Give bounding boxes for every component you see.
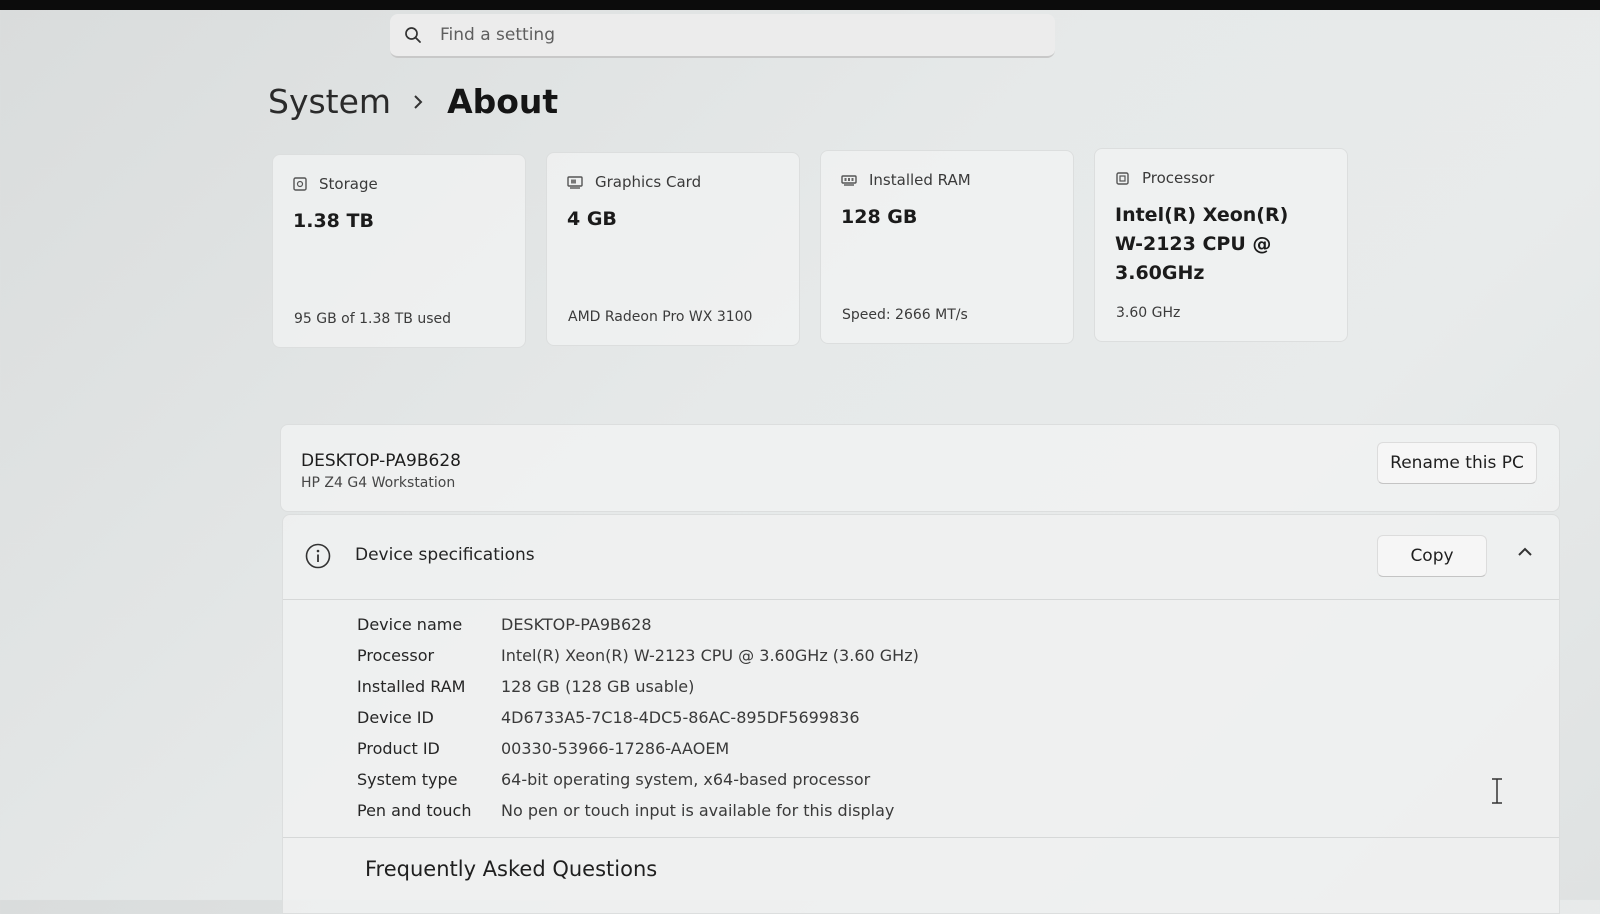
- spec-key: Device name: [357, 615, 463, 634]
- device-specifications-title: Device specifications: [355, 545, 535, 565]
- spec-key: System type: [357, 770, 458, 789]
- device-specifications-header[interactable]: Device specifications Copy: [283, 515, 1559, 600]
- graphics-card-value: 4 GB: [567, 208, 617, 230]
- specs-list: Device name DESKTOP-PA9B628 Processor In…: [357, 609, 919, 826]
- processor-speed: 3.60 GHz: [1116, 305, 1181, 321]
- storage-value: 1.38 TB: [293, 210, 374, 232]
- ram-icon: [841, 174, 857, 186]
- ram-speed: Speed: 2666 MT/s: [842, 307, 968, 323]
- spec-value: 128 GB (128 GB usable): [501, 677, 695, 696]
- spec-value: Intel(R) Xeon(R) W-2123 CPU @ 3.60GHz (3…: [501, 646, 919, 665]
- spec-row-pen-and-touch: Pen and touch No pen or touch input is a…: [357, 795, 919, 826]
- page-title: About: [447, 82, 559, 121]
- search-box[interactable]: [390, 14, 1055, 58]
- device-specifications-section: Device specifications Copy Device name D…: [282, 514, 1560, 914]
- storage-usage: 95 GB of 1.38 TB used: [294, 311, 452, 327]
- spec-value: No pen or touch input is available for t…: [501, 801, 895, 820]
- copy-button[interactable]: Copy: [1377, 535, 1487, 577]
- processor-card[interactable]: Processor Intel(R) Xeon(R) W-2123 CPU @ …: [1094, 148, 1348, 342]
- graphics-card-model: AMD Radeon Pro WX 3100: [568, 309, 753, 325]
- chevron-up-icon[interactable]: [1517, 547, 1533, 557]
- pc-name-section: DESKTOP-PA9B628 HP Z4 G4 Workstation Ren…: [280, 424, 1560, 512]
- pc-model: HP Z4 G4 Workstation: [301, 475, 456, 491]
- spec-value: 64-bit operating system, x64-based proce…: [501, 770, 871, 789]
- text-cursor-icon: [1492, 778, 1502, 804]
- spec-key: Pen and touch: [357, 801, 472, 820]
- graphics-card-card[interactable]: Graphics Card 4 GB AMD Radeon Pro WX 310…: [546, 152, 800, 346]
- storage-label: Storage: [319, 175, 378, 193]
- storage-icon: [293, 177, 307, 191]
- faq-heading[interactable]: Frequently Asked Questions: [365, 857, 657, 881]
- spec-row-device-id: Device ID 4D6733A5-7C18-4DC5-86AC-895DF5…: [357, 702, 919, 733]
- processor-label: Processor: [1142, 169, 1215, 187]
- search-icon: [405, 27, 421, 43]
- spec-value: 4D6733A5-7C18-4DC5-86AC-895DF5699836: [501, 708, 860, 727]
- breadcrumb: System About: [268, 82, 558, 121]
- processor-icon: [1116, 171, 1129, 185]
- search-input[interactable]: [438, 24, 1002, 46]
- spec-row-device-name: Device name DESKTOP-PA9B628: [357, 609, 919, 640]
- top-edge-bar: [0, 0, 1600, 10]
- chevron-right-icon: [413, 94, 423, 110]
- spec-key: Device ID: [357, 708, 434, 727]
- spec-value: 00330-53966-17286-AAOEM: [501, 739, 730, 758]
- storage-card[interactable]: Storage 1.38 TB 95 GB of 1.38 TB used: [272, 154, 526, 348]
- spec-row-installed-ram: Installed RAM 128 GB (128 GB usable): [357, 671, 919, 702]
- processor-value: Intel(R) Xeon(R) W-2123 CPU @ 3.60GHz: [1115, 204, 1289, 284]
- pc-name: DESKTOP-PA9B628: [301, 451, 461, 471]
- breadcrumb-system[interactable]: System: [268, 82, 391, 121]
- spec-value: DESKTOP-PA9B628: [501, 615, 652, 634]
- graphics-card-icon: [567, 175, 583, 189]
- spec-row-product-id: Product ID 00330-53966-17286-AAOEM: [357, 733, 919, 764]
- spec-key: Processor: [357, 646, 435, 665]
- info-icon: [305, 543, 331, 569]
- ram-label: Installed RAM: [869, 171, 971, 189]
- spec-row-processor: Processor Intel(R) Xeon(R) W-2123 CPU @ …: [357, 640, 919, 671]
- spec-row-system-type: System type 64-bit operating system, x64…: [357, 764, 919, 795]
- divider: [283, 837, 1559, 838]
- spec-key: Installed RAM: [357, 677, 466, 696]
- spec-key: Product ID: [357, 739, 440, 758]
- graphics-card-label: Graphics Card: [595, 173, 702, 191]
- ram-card[interactable]: Installed RAM 128 GB Speed: 2666 MT/s: [820, 150, 1074, 344]
- ram-value: 128 GB: [841, 206, 918, 228]
- rename-pc-button[interactable]: Rename this PC: [1377, 442, 1537, 484]
